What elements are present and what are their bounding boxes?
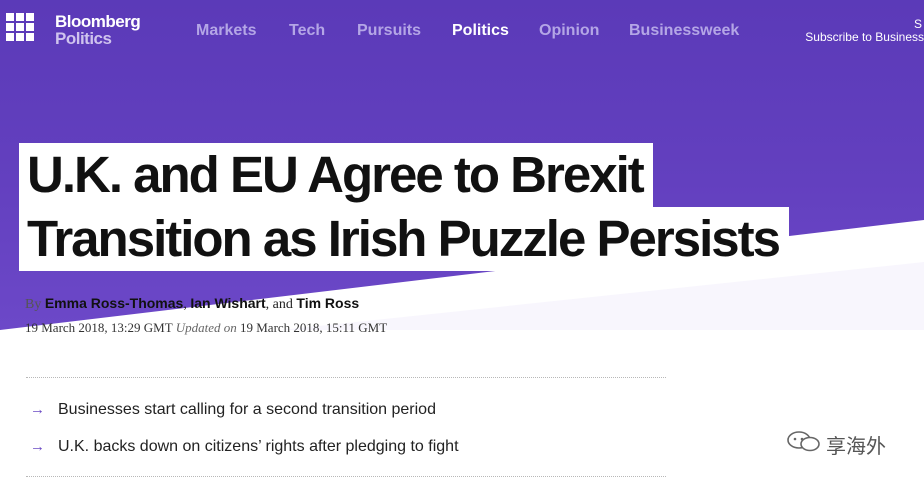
- article-headline: U.K. and EU Agree to Brexit Transition a…: [19, 143, 789, 271]
- updated-timestamp: 19 March 2018, 15:11 GMT: [239, 320, 388, 335]
- bloomberg-politics-logo[interactable]: Bloomberg Politics: [55, 12, 141, 48]
- menu-grid-icon[interactable]: [6, 13, 34, 41]
- summary-bullet: → Businesses start calling for a second t…: [30, 401, 436, 419]
- headline-line-2: Transition as Irish Puzzle Persists: [19, 207, 789, 271]
- headline-line-1: U.K. and EU Agree to Brexit: [19, 143, 653, 207]
- by-label: By: [25, 297, 42, 312]
- wechat-bubble-icon: [787, 431, 820, 452]
- byline: By Emma Ross-Thomas, Ian Wishart, and Ti…: [25, 295, 359, 313]
- arrow-right-icon: →: [30, 401, 45, 418]
- published-timestamp: 19 March 2018, 13:29 GMT: [25, 320, 173, 335]
- top-navigation-bar: Bloomberg Politics Markets Tech Pursuits…: [0, 0, 924, 62]
- nav-opinion[interactable]: Opinion: [539, 22, 599, 40]
- author-link[interactable]: Tim Ross: [296, 295, 359, 311]
- nav-pursuits[interactable]: Pursuits: [357, 22, 421, 40]
- author-separator: ,: [183, 297, 187, 312]
- author-separator: , and: [265, 297, 293, 312]
- nav-businessweek[interactable]: Businessweek: [629, 22, 739, 40]
- nav-tech[interactable]: Tech: [289, 22, 325, 40]
- section-divider: [26, 377, 666, 378]
- nav-markets[interactable]: Markets: [196, 22, 256, 40]
- logo-line-2: Politics: [55, 29, 112, 48]
- account-links: S Subscribe to Business: [805, 18, 924, 44]
- watermark-text: 享海外: [826, 434, 886, 458]
- summary-bullet: → U.K. backs down on citizens’ rights aft…: [30, 438, 459, 456]
- subscribe-link[interactable]: Subscribe to Business: [805, 30, 924, 44]
- logo-line-1: Bloomberg: [55, 12, 141, 31]
- publish-dates: 19 March 2018, 13:29 GMT Updated on 19 M…: [25, 320, 387, 336]
- author-link[interactable]: Emma Ross-Thomas: [45, 295, 183, 311]
- section-divider: [26, 476, 666, 477]
- bullet-text: Businesses start calling for a second tr…: [58, 401, 436, 418]
- arrow-right-icon: →: [30, 438, 45, 455]
- updated-label: Updated on: [175, 320, 237, 335]
- nav-politics[interactable]: Politics: [452, 22, 509, 40]
- bullet-text: U.K. backs down on citizens’ rights afte…: [58, 438, 459, 455]
- author-link[interactable]: Ian Wishart: [190, 295, 265, 311]
